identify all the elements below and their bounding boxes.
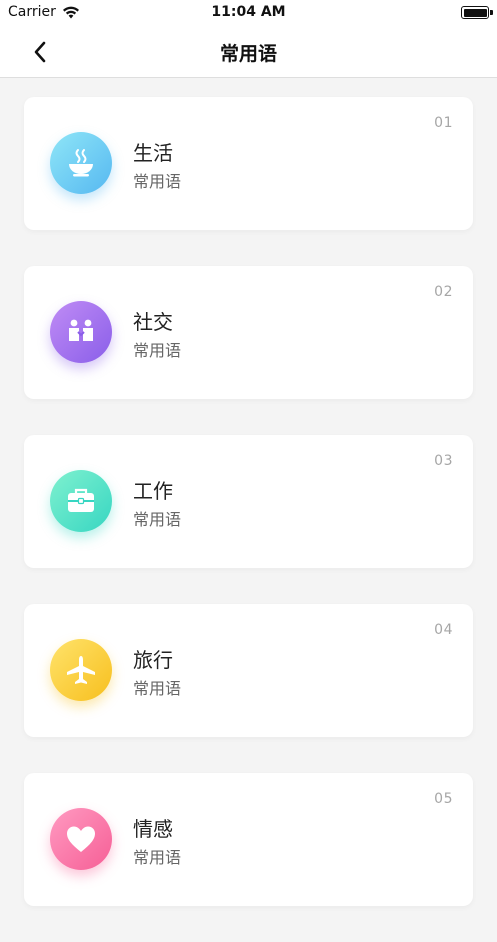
category-subtitle: 常用语: [133, 510, 182, 529]
category-icon-badge: [50, 470, 112, 532]
bowl-icon: [69, 149, 93, 177]
category-card-emotion[interactable]: 情感 常用语 05: [24, 773, 473, 906]
category-name: 生活: [133, 141, 173, 165]
category-card-travel[interactable]: 旅行 常用语 04: [24, 604, 473, 737]
category-icon-badge: [50, 808, 112, 870]
page-title: 常用语: [219, 43, 277, 65]
clock: 11:04 AM: [211, 4, 286, 20]
category-number: 05: [434, 791, 453, 807]
category-icon-badge: [50, 639, 112, 701]
category-card-social[interactable]: 社交 常用语 02: [24, 266, 473, 399]
category-subtitle: 常用语: [133, 172, 182, 191]
category-name: 旅行: [133, 648, 173, 672]
category-icon-badge: [50, 132, 112, 194]
category-number: 04: [434, 622, 453, 638]
navigation-bar: 常用语: [0, 26, 497, 78]
category-number: 02: [434, 284, 453, 300]
category-number: 03: [434, 453, 453, 469]
battery-icon: [461, 6, 493, 19]
category-list: 生活 常用语 01 社交 常用语 02 工作 常用语 03 旅行 常用语 04 …: [24, 97, 473, 942]
airplane-icon: [67, 656, 95, 684]
category-subtitle: 常用语: [133, 848, 182, 867]
category-name: 社交: [133, 310, 173, 334]
category-number: 01: [434, 115, 453, 131]
briefcase-icon: [68, 488, 94, 512]
people-icon: [69, 319, 93, 341]
heart-icon: [67, 826, 95, 852]
category-card-life[interactable]: 生活 常用语 01: [24, 97, 473, 230]
status-bar: Carrier 11:04 AM: [0, 0, 497, 26]
category-subtitle: 常用语: [133, 341, 182, 360]
category-name: 工作: [133, 479, 173, 503]
category-card-work[interactable]: 工作 常用语 03: [24, 435, 473, 568]
category-icon-badge: [50, 301, 112, 363]
category-subtitle: 常用语: [133, 679, 182, 698]
category-name: 情感: [133, 817, 173, 841]
